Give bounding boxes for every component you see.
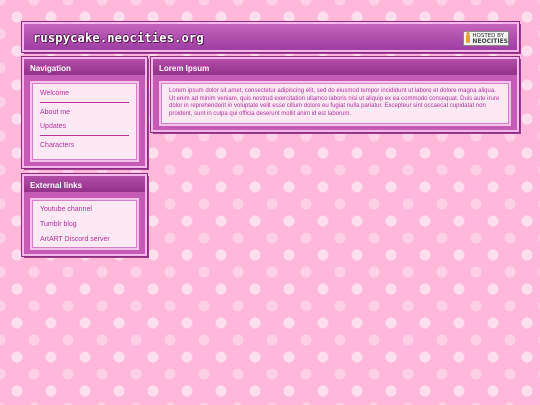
site-header: ruspycake.neocities.org HOSTED BY NEOCIT… bbox=[22, 22, 519, 52]
badge-brand-text: NEOCITIES bbox=[472, 37, 508, 45]
neocities-badge[interactable]: HOSTED BY NEOCITIES bbox=[463, 31, 509, 46]
nav-link-welcome[interactable]: Welcome bbox=[40, 90, 129, 98]
nav-link-characters[interactable]: Characters bbox=[40, 142, 129, 150]
main-body-text: Lorem ipsum dolor sit amet, consectetur … bbox=[169, 88, 500, 117]
nav-divider bbox=[40, 102, 129, 103]
nav-link-updates[interactable]: Updates bbox=[40, 123, 129, 131]
neocities-cat-icon bbox=[466, 31, 471, 43]
navigation-panel: Navigation Welcome About me Updates Char… bbox=[22, 57, 147, 168]
main-content: Lorem ipsum dolor sit amet, consectetur … bbox=[159, 81, 511, 126]
nav-divider bbox=[40, 135, 129, 136]
navigation-title: Navigation bbox=[24, 59, 145, 75]
external-links-title: External links bbox=[24, 176, 145, 192]
site-title[interactable]: ruspycake.neocities.org bbox=[33, 31, 204, 45]
external-links-list: Youtube channel Tumblr blog ArtART Disco… bbox=[30, 198, 139, 250]
main-title: Lorem Ipsum bbox=[153, 59, 517, 75]
link-discord-server[interactable]: ArtART Discord server bbox=[40, 236, 129, 244]
nav-link-about-me[interactable]: About me bbox=[40, 109, 129, 117]
external-links-panel: External links Youtube channel Tumblr bl… bbox=[22, 174, 147, 256]
main-content-panel: Lorem Ipsum Lorem ipsum dolor sit amet, … bbox=[151, 57, 519, 132]
link-tumblr-blog[interactable]: Tumblr blog bbox=[40, 221, 129, 229]
neocities-badge-text: HOSTED BY NEOCITIES bbox=[472, 33, 508, 45]
link-youtube-channel[interactable]: Youtube channel bbox=[40, 206, 129, 214]
navigation-list: Welcome About me Updates Characters bbox=[30, 81, 139, 162]
